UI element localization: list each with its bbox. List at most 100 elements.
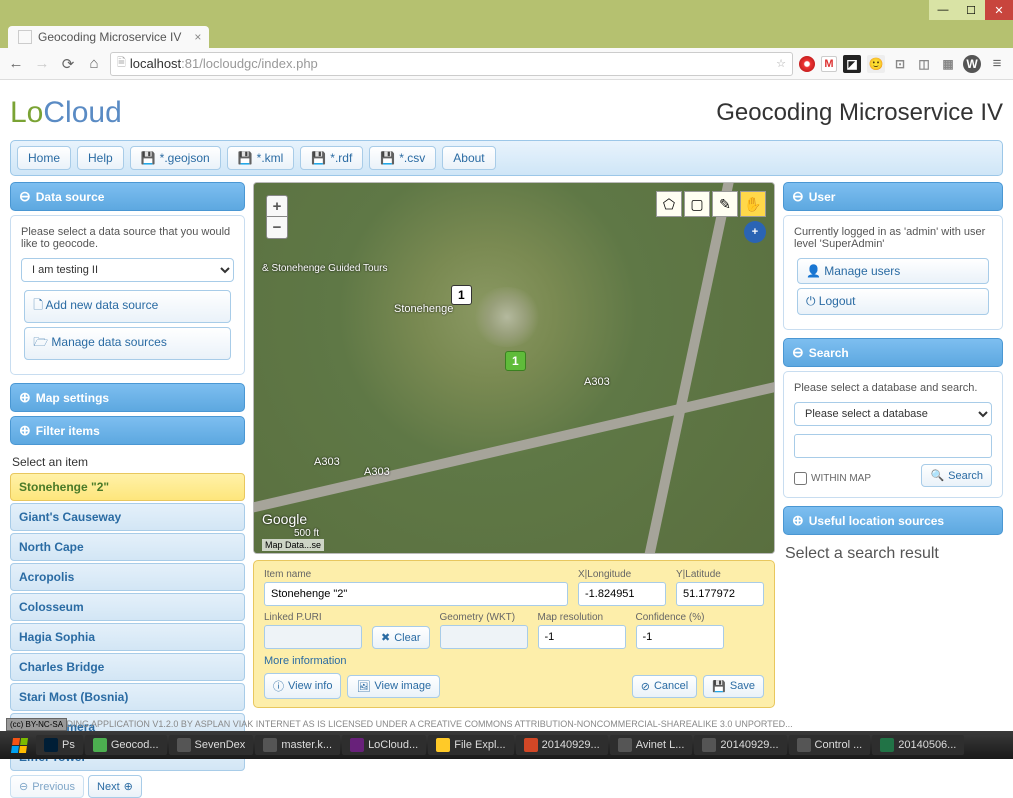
- add-data-source-button[interactable]: 🗋 Add new data source: [24, 290, 231, 323]
- start-button[interactable]: [4, 733, 34, 757]
- window-close[interactable]: ✕: [985, 0, 1013, 20]
- pan-hand-icon[interactable]: ✋: [740, 191, 766, 217]
- prev-button[interactable]: ⊖ Previous: [10, 775, 84, 798]
- list-item[interactable]: Charles Bridge: [10, 653, 245, 681]
- task-item[interactable]: master.k...: [255, 735, 340, 755]
- ext-cast-icon[interactable]: ⊡: [891, 55, 909, 73]
- list-item[interactable]: Stari Most (Bosnia): [10, 683, 245, 711]
- task-item[interactable]: SevenDex: [169, 735, 254, 755]
- map-marker[interactable]: 1: [451, 285, 472, 305]
- task-item[interactable]: 20140929...: [694, 735, 786, 755]
- list-item[interactable]: Acropolis: [10, 563, 245, 591]
- nav-forward-icon[interactable]: →: [32, 54, 52, 74]
- manage-data-sources-button[interactable]: 🗁 Manage data sources: [24, 327, 231, 360]
- save-button[interactable]: 💾 Save: [703, 675, 764, 698]
- zoom-out-button[interactable]: −: [266, 217, 288, 239]
- data-source-select[interactable]: I am testing II: [21, 258, 234, 282]
- url-input[interactable]: 🗎 localhost:81/locloudgc/index.php ☆: [110, 52, 793, 76]
- ext-icon[interactable]: ◪: [843, 55, 861, 73]
- home-button[interactable]: Home: [17, 146, 71, 170]
- export-csv-button[interactable]: 💾*.csv: [369, 146, 436, 170]
- window-minimize[interactable]: —: [929, 0, 957, 20]
- task-item[interactable]: 20140506...: [872, 735, 964, 755]
- list-item[interactable]: Colosseum: [10, 593, 245, 621]
- longitude-input[interactable]: [578, 582, 666, 606]
- map[interactable]: A303 A303 A303 Stonehenge & Stonehenge G…: [253, 182, 775, 554]
- view-info-button[interactable]: ⓘ View info: [264, 673, 341, 699]
- draw-rect-icon[interactable]: ▢: [684, 191, 710, 217]
- main: ⊖ Data source Please select a data sourc…: [10, 182, 1003, 798]
- road-label: A303: [314, 456, 340, 468]
- map-info-icon[interactable]: +: [744, 221, 766, 243]
- page-title: Geocoding Microservice IV: [716, 99, 1003, 127]
- plus-icon: ⊕: [792, 512, 804, 529]
- about-button[interactable]: About: [442, 146, 495, 170]
- browser-tab[interactable]: Geocoding Microservice IV ×: [8, 26, 209, 48]
- list-item[interactable]: North Cape: [10, 533, 245, 561]
- ext-icon[interactable]: 🙂: [867, 55, 885, 73]
- within-map-input[interactable]: [794, 472, 807, 485]
- export-kml-button[interactable]: 💾*.kml: [227, 146, 295, 170]
- user-title: User: [809, 190, 836, 204]
- export-rdf-button[interactable]: 💾*.rdf: [300, 146, 363, 170]
- next-button[interactable]: Next ⊕: [88, 775, 142, 798]
- bookmark-icon[interactable]: ☆: [776, 57, 786, 70]
- manage-users-button[interactable]: 👤 Manage users: [797, 258, 989, 284]
- help-button[interactable]: Help: [77, 146, 124, 170]
- page: LoCloud Geocoding Microservice IV Home H…: [0, 80, 1013, 798]
- home-icon[interactable]: ⌂: [84, 54, 104, 74]
- map-settings-header[interactable]: ⊕ Map settings: [10, 383, 245, 412]
- ext-wordpress-icon[interactable]: W: [963, 55, 981, 73]
- ext-gmail-icon[interactable]: M: [821, 56, 837, 72]
- task-item[interactable]: LoCloud...: [342, 735, 426, 755]
- resolution-input[interactable]: [538, 625, 626, 649]
- task-item[interactable]: Avinet L...: [610, 735, 693, 755]
- task-item[interactable]: 20140929...: [516, 735, 608, 755]
- zoom-in-button[interactable]: +: [266, 195, 288, 217]
- cancel-button[interactable]: ⊘ Cancel: [632, 675, 697, 698]
- task-item[interactable]: File Expl...: [428, 735, 513, 755]
- search-input[interactable]: [794, 434, 992, 458]
- map-marker-green[interactable]: 1: [505, 351, 526, 371]
- search-button[interactable]: 🔍 Search: [921, 464, 992, 487]
- data-source-header[interactable]: ⊖ Data source: [10, 182, 245, 211]
- list-item[interactable]: Giant's Causeway: [10, 503, 245, 531]
- save-icon: 💾: [311, 151, 326, 165]
- latitude-input[interactable]: [676, 582, 764, 606]
- menu-icon[interactable]: ≡: [987, 54, 1007, 74]
- task-item[interactable]: Control ...: [789, 735, 871, 755]
- within-map-checkbox[interactable]: WITHIN MAP: [794, 472, 871, 485]
- nav-back-icon[interactable]: ←: [6, 54, 26, 74]
- ext-icon[interactable]: ▦: [939, 55, 957, 73]
- user-header[interactable]: ⊖ User: [783, 182, 1003, 211]
- list-item[interactable]: Hagia Sophia: [10, 623, 245, 651]
- tab-close-icon[interactable]: ×: [194, 30, 201, 44]
- task-item[interactable]: Geocod...: [85, 735, 167, 755]
- task-item[interactable]: Ps: [36, 735, 83, 755]
- database-select[interactable]: Please select a database: [794, 402, 992, 426]
- window-maximize[interactable]: ☐: [957, 0, 985, 20]
- geometry-input[interactable]: [440, 625, 528, 649]
- ext-icon[interactable]: ◫: [915, 55, 933, 73]
- reload-icon[interactable]: ⟳: [58, 54, 78, 74]
- footer-text: ...UD GEOCODING APPLICATION V1.2.0 BY AS…: [10, 719, 1003, 729]
- window-controls: — ☐ ✕: [0, 0, 1013, 22]
- item-form: Item name X|Longitude Y|Latitude Linked …: [253, 560, 775, 708]
- place-label: Stonehenge: [394, 303, 453, 315]
- item-name-input[interactable]: [264, 582, 568, 606]
- useful-sources-header[interactable]: ⊕ Useful location sources: [783, 506, 1003, 535]
- confidence-input[interactable]: [636, 625, 724, 649]
- map-attribution: Map Data...se: [262, 539, 324, 551]
- list-item[interactable]: Stonehenge "2": [10, 473, 245, 501]
- latitude-label: Y|Latitude: [676, 569, 764, 580]
- ext-opera-icon[interactable]: [799, 56, 815, 72]
- edit-icon[interactable]: ✎: [712, 191, 738, 217]
- view-image-button[interactable]: 🖼 View image: [347, 675, 440, 698]
- clear-button[interactable]: ✖ Clear: [372, 626, 430, 649]
- search-header[interactable]: ⊖ Search: [783, 338, 1003, 367]
- export-geojson-button[interactable]: 💾*.geojson: [130, 146, 221, 170]
- filter-items-header[interactable]: ⊕ Filter items: [10, 416, 245, 445]
- logout-button[interactable]: ⏻ Logout: [797, 288, 989, 315]
- draw-polygon-icon[interactable]: ⬠: [656, 191, 682, 217]
- linked-uri-input[interactable]: [264, 625, 362, 649]
